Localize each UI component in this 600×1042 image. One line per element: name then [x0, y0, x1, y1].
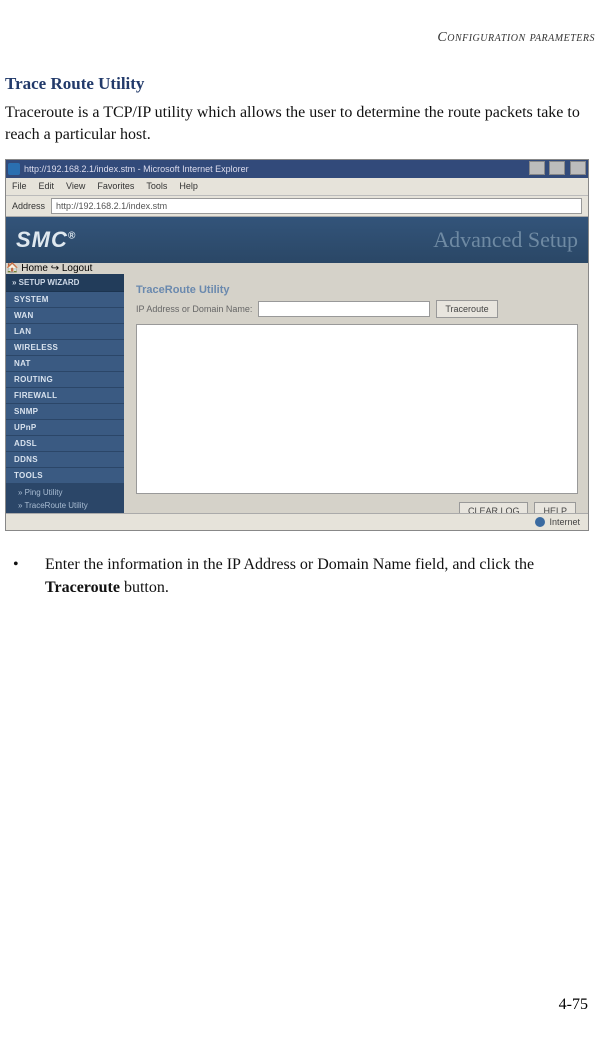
sidebar-item-wireless[interactable]: WIRELESS — [6, 340, 124, 356]
embedded-screenshot: http://192.168.2.1/index.stm - Microsoft… — [5, 159, 589, 531]
content-pane: TraceRoute Utility IP Address or Domain … — [124, 274, 588, 527]
menu-edit[interactable]: Edit — [39, 181, 55, 191]
sidebar: » SETUP WIZARD SYSTEM WAN LAN WIRELESS N… — [6, 274, 124, 527]
section-title: Trace Route Utility — [5, 74, 595, 94]
bullet-instruction: • Enter the information in the IP Addres… — [5, 553, 595, 599]
sidebar-item-routing[interactable]: ROUTING — [6, 372, 124, 388]
sidebar-sub-ping[interactable]: » Ping Utility — [6, 486, 124, 499]
menu-help[interactable]: Help — [179, 181, 198, 191]
section-intro: Traceroute is a TCP/IP utility which all… — [5, 102, 595, 147]
advanced-setup-text: Advanced Setup — [433, 227, 578, 253]
traceroute-result-box — [136, 324, 578, 494]
ip-domain-label: IP Address or Domain Name: — [136, 304, 252, 314]
page-header-section: Configuration parameters — [5, 30, 595, 46]
utility-title: TraceRoute Utility — [136, 284, 576, 296]
window-titlebar: http://192.168.2.1/index.stm - Microsoft… — [6, 160, 588, 178]
menu-view[interactable]: View — [66, 181, 85, 191]
ie-icon — [8, 163, 20, 175]
maximize-button[interactable] — [549, 161, 565, 175]
sidebar-item-system[interactable]: SYSTEM — [6, 292, 124, 308]
page-number: 4-75 — [559, 996, 588, 1014]
sidebar-item-firewall[interactable]: FIREWALL — [6, 388, 124, 404]
traceroute-button[interactable]: Traceroute — [436, 300, 497, 318]
sidebar-item-nat[interactable]: NAT — [6, 356, 124, 372]
logout-link[interactable]: ↪ Logout — [51, 263, 93, 274]
menu-bar: File Edit View Favorites Tools Help — [6, 178, 588, 196]
branding-banner: SMC® Advanced Setup — [6, 217, 588, 263]
address-value: http://192.168.2.1/index.stm — [56, 201, 167, 211]
bullet-text-before: Enter the information in the IP Address … — [45, 556, 534, 573]
menu-favorites[interactable]: Favorites — [97, 181, 134, 191]
menu-file[interactable]: File — [12, 181, 27, 191]
close-button[interactable] — [570, 161, 586, 175]
window-controls[interactable] — [527, 161, 586, 177]
address-bar: Address http://192.168.2.1/index.stm — [6, 196, 588, 217]
minimize-button[interactable] — [529, 161, 545, 175]
sidebar-item-ddns[interactable]: DDNS — [6, 452, 124, 468]
bullet-bold: Traceroute — [45, 579, 120, 596]
sidebar-item-upnp[interactable]: UPnP — [6, 420, 124, 436]
sidebar-item-snmp[interactable]: SNMP — [6, 404, 124, 420]
menu-tools[interactable]: Tools — [146, 181, 167, 191]
sidebar-item-wan[interactable]: WAN — [6, 308, 124, 324]
status-text: Internet — [549, 517, 580, 527]
sidebar-item-adsl[interactable]: ADSL — [6, 436, 124, 452]
sidebar-item-lan[interactable]: LAN — [6, 324, 124, 340]
window-title-text: http://192.168.2.1/index.stm - Microsoft… — [24, 164, 249, 174]
home-link[interactable]: 🏠 Home — [6, 263, 48, 274]
address-label: Address — [12, 201, 45, 211]
sidebar-sub-traceroute[interactable]: » TraceRoute Utility — [6, 499, 124, 512]
bullet-marker: • — [5, 553, 45, 599]
sidebar-setup-wizard[interactable]: » SETUP WIZARD — [6, 274, 124, 292]
ip-domain-input[interactable] — [258, 301, 430, 317]
sidebar-item-tools[interactable]: TOOLS — [6, 468, 124, 484]
browser-status-bar: Internet — [6, 513, 588, 530]
smc-logo: SMC® — [16, 227, 76, 253]
bullet-text-after: button. — [120, 579, 169, 596]
address-input[interactable]: http://192.168.2.1/index.stm — [51, 198, 582, 214]
globe-icon — [535, 517, 545, 527]
home-logout-bar: 🏠 Home ↪ Logout — [6, 263, 588, 274]
